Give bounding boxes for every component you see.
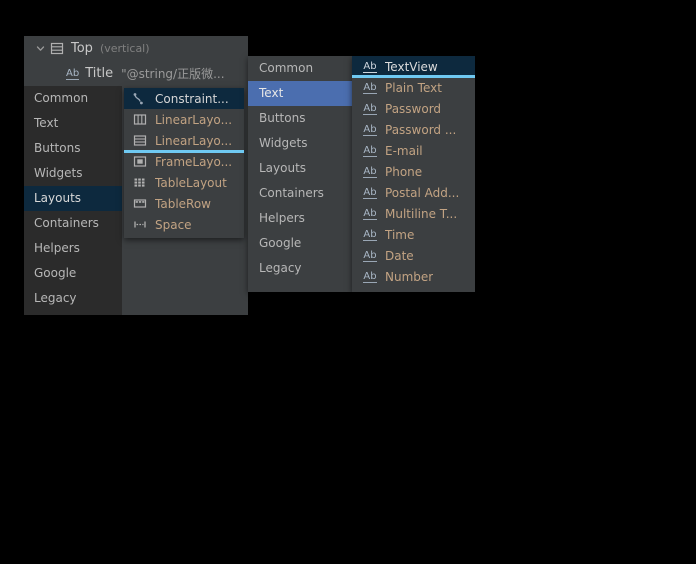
textview-ab-icon: Ab <box>363 186 377 199</box>
linearlayout-horizontal-icon <box>132 112 148 128</box>
palette-category-google[interactable]: Google <box>24 261 122 286</box>
textview-ab-icon: Ab <box>363 165 377 178</box>
popup-category-legacy[interactable]: Legacy <box>248 256 352 281</box>
linearlayout-vertical-icon <box>49 42 65 56</box>
popup-category-list[interactable]: Common Text Buttons Widgets Layouts Cont… <box>248 56 352 292</box>
widget-item-label: Multiline T... <box>385 206 458 221</box>
widget-item-label: Password ... <box>385 122 457 137</box>
widget-item-textview[interactable]: Ab TextView <box>352 56 475 78</box>
widget-item-multiline-text[interactable]: Ab Multiline T... <box>352 203 475 224</box>
popup-category-helpers[interactable]: Helpers <box>248 206 352 231</box>
tablerow-icon <box>132 196 148 212</box>
palette-category-text[interactable]: Text <box>24 111 122 136</box>
widget-item-label: Date <box>385 248 414 263</box>
textview-ab-icon: Ab <box>363 102 377 115</box>
menu-item-tablerow[interactable]: TableRow <box>124 193 244 214</box>
constraintlayout-icon <box>132 91 148 107</box>
palette-category-common[interactable]: Common <box>24 86 122 111</box>
popup-category-buttons[interactable]: Buttons <box>248 106 352 131</box>
textview-ab-icon: Ab <box>363 207 377 220</box>
linearlayout-vertical-icon <box>132 133 148 149</box>
textview-ab-icon: Ab <box>363 249 377 262</box>
tablelayout-icon <box>132 175 148 191</box>
widget-item-label: Number <box>385 269 434 284</box>
popup-category-layouts[interactable]: Layouts <box>248 156 352 181</box>
textview-ab-icon: Ab <box>363 144 377 157</box>
chevron-down-icon[interactable] <box>34 42 47 55</box>
widget-item-postal-address[interactable]: Ab Postal Add... <box>352 182 475 203</box>
widget-item-password-numeric[interactable]: Ab Password ... <box>352 119 475 140</box>
widget-item-number[interactable]: Ab Number <box>352 266 475 287</box>
widget-item-email[interactable]: Ab E-mail <box>352 140 475 161</box>
component-tree[interactable]: Top (vertical) Ab Title "@string/正版微... <box>24 36 248 86</box>
textview-ab-icon: Ab <box>363 81 377 94</box>
textview-ab-icon: Ab <box>363 228 377 241</box>
popup-category-google[interactable]: Google <box>248 231 352 256</box>
tree-node-label: Title <box>85 66 114 81</box>
widget-item-label: Password <box>385 101 442 116</box>
menu-item-label: Constraint... <box>155 91 229 106</box>
popup-category-text[interactable]: Text <box>248 81 352 106</box>
tree-node-label: Top <box>71 41 93 56</box>
popup-category-common[interactable]: Common <box>248 56 352 81</box>
textview-ab-icon: Ab <box>363 60 377 73</box>
textview-ab-icon: Ab <box>66 67 80 80</box>
palette-category-helpers[interactable]: Helpers <box>24 236 122 261</box>
menu-item-space[interactable]: Space <box>124 214 244 235</box>
menu-item-linearlayout-horizontal[interactable]: LinearLayo... <box>124 109 244 130</box>
palette-category-legacy[interactable]: Legacy <box>24 286 122 311</box>
textview-ab-icon: Ab <box>363 270 377 283</box>
drop-indicator-line <box>124 150 244 153</box>
widget-item-label: Plain Text <box>385 80 442 95</box>
menu-item-label: Space <box>155 217 192 232</box>
space-icon <box>132 217 148 233</box>
menu-item-label: LinearLayo... <box>155 133 233 148</box>
tree-node-orientation: (vertical) <box>99 42 150 55</box>
textview-ab-icon: Ab <box>363 123 377 136</box>
menu-item-label: LinearLayo... <box>155 112 233 127</box>
menu-item-label: TableRow <box>155 196 211 211</box>
palette-category-list[interactable]: Common Text Buttons Widgets Layouts Cont… <box>24 86 122 315</box>
widget-item-label: Phone <box>385 164 423 179</box>
palette-category-layouts[interactable]: Layouts <box>24 186 122 211</box>
palette-category-containers[interactable]: Containers <box>24 211 122 236</box>
widget-item-date[interactable]: Ab Date <box>352 245 475 266</box>
framelayout-icon <box>132 154 148 170</box>
palette-category-buttons[interactable]: Buttons <box>24 136 122 161</box>
menu-item-label: TableLayout <box>155 175 227 190</box>
layouts-popup-menu[interactable]: Constraint... LinearLayo... LinearLayo..… <box>124 88 244 238</box>
menu-item-label: FrameLayo... <box>155 154 233 169</box>
palette-category-widgets[interactable]: Widgets <box>24 161 122 186</box>
widget-item-label: Postal Add... <box>385 185 460 200</box>
widget-item-label: E-mail <box>385 143 423 158</box>
popup-category-widgets[interactable]: Widgets <box>248 131 352 156</box>
tree-row-top[interactable]: Top (vertical) <box>24 36 248 61</box>
widget-item-phone[interactable]: Ab Phone <box>352 161 475 182</box>
menu-item-linearlayout-vertical[interactable]: LinearLayo... <box>124 130 244 151</box>
widget-item-password[interactable]: Ab Password <box>352 98 475 119</box>
menu-item-tablelayout[interactable]: TableLayout <box>124 172 244 193</box>
drop-indicator-line <box>352 75 475 78</box>
tree-row-title[interactable]: Ab Title "@string/正版微... <box>24 61 248 86</box>
menu-item-framelayout[interactable]: FrameLayo... <box>124 150 244 172</box>
text-widgets-list[interactable]: Ab TextView Ab Plain Text Ab Password Ab… <box>352 56 475 292</box>
tree-node-value: "@string/正版微... <box>121 67 225 81</box>
widget-item-plain-text[interactable]: Ab Plain Text <box>352 77 475 98</box>
widget-item-label: TextView <box>385 59 438 74</box>
menu-item-constraintlayout[interactable]: Constraint... <box>124 88 244 109</box>
widget-item-time[interactable]: Ab Time <box>352 224 475 245</box>
widget-item-label: Time <box>385 227 415 242</box>
popup-category-containers[interactable]: Containers <box>248 181 352 206</box>
